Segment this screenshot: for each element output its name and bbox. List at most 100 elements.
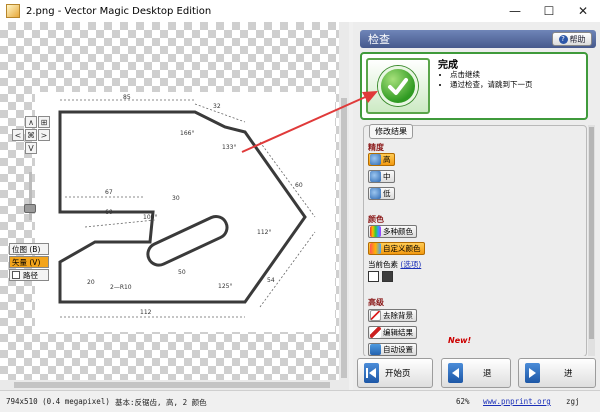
path-view-checkbox[interactable]: 路径	[9, 269, 49, 281]
vertical-scroll-thumb[interactable]	[341, 98, 347, 378]
pan-up-button[interactable]: ∧	[25, 116, 37, 128]
result-box[interactable]: 完成 点击继续 通过检查，请跳到下一页	[360, 52, 588, 120]
right-panel: 检查 ? 帮助 完成 点击继续 通过检查，请跳到下一页 修改结果 精度 高 中 …	[353, 22, 600, 390]
remove-background-label: 去除背景	[383, 311, 413, 320]
dim-label-7: 30	[172, 195, 180, 202]
dim-label-2: 166°	[180, 130, 194, 137]
vector-view-button[interactable]: 矢量 (V)	[9, 256, 49, 268]
window-title: 2.png - Vector Magic Desktop Edition	[26, 5, 212, 17]
multi-color-label: 多种颜色	[383, 227, 413, 236]
precision-high-button[interactable]: 高	[368, 153, 395, 166]
fit-button[interactable]: ⊞	[38, 116, 50, 128]
app-icon	[6, 4, 20, 18]
dim-label-12: 2—R10	[110, 284, 132, 291]
start-page-label: 开始页	[385, 369, 411, 379]
pan-center-button[interactable]: ⌘	[25, 129, 37, 141]
advanced-label: 高级	[368, 298, 384, 307]
precision-low-button[interactable]: 低	[368, 187, 395, 200]
image-canvas[interactable]: 85 32 166° 133° 67 60 109° 30 60 112° 50…	[0, 22, 349, 390]
back-label: 退	[483, 369, 492, 379]
current-colors-label: 当前色素	[368, 260, 398, 269]
new-badge: New!	[448, 336, 472, 345]
user-name: zgj	[566, 397, 580, 406]
edit-result-label: 编辑结果	[383, 328, 413, 337]
website-link[interactable]: www.pnprint.org	[483, 397, 551, 406]
dim-label-6: 109°	[143, 214, 157, 221]
palette-icon	[370, 226, 381, 237]
pan-left-button[interactable]: <	[12, 129, 24, 141]
image-dimensions: 794x510 (0.4 megapixel)	[6, 397, 110, 406]
modify-results-tab: 修改结果	[369, 124, 413, 139]
close-button[interactable]: ✕	[566, 0, 600, 22]
pan-down-button[interactable]: V	[25, 142, 37, 154]
maximize-button[interactable]: ☐	[532, 0, 566, 22]
status-bar: 794x510 (0.4 megapixel) 基本:反锯齿, 高, 2 颜色 …	[0, 390, 600, 412]
panel-scroll-thumb[interactable]	[589, 127, 594, 339]
help-icon: ?	[558, 34, 568, 44]
vector-view-label: 矢量 (V)	[12, 257, 41, 267]
dim-label-15: 112	[140, 309, 152, 316]
back-button[interactable]: 退	[441, 358, 511, 388]
minimize-button[interactable]: —	[498, 0, 532, 22]
custom-color-button[interactable]: 自定义颜色	[368, 242, 425, 255]
dim-label-1: 32	[213, 103, 221, 110]
edit-result-button[interactable]: 编辑结果	[368, 326, 417, 339]
dim-label-9: 112°	[257, 229, 271, 236]
help-button[interactable]: ? 帮助	[552, 32, 592, 46]
canvas-horizontal-scrollbar[interactable]	[0, 380, 339, 390]
precision-low-label: 低	[383, 189, 391, 198]
remove-background-button[interactable]: 去除背景	[368, 309, 417, 322]
zoom-slider-handle[interactable]	[24, 204, 36, 213]
view-mode-group: 位图 (B) 矢量 (V) 路径	[9, 243, 49, 283]
modify-results-group	[363, 125, 587, 357]
vectorized-drawing: 85 32 166° 133° 67 60 109° 30 60 112° 50…	[35, 92, 335, 332]
precision-medium-button[interactable]: 中	[368, 170, 395, 183]
custom-color-label: 自定义颜色	[383, 244, 421, 253]
window-controls: — ☐ ✕	[498, 0, 600, 22]
pan-navigation-pad: ∧ ⊞ < ⌘ > V	[10, 116, 52, 158]
precision-label: 精度	[368, 143, 384, 152]
bitmap-view-button[interactable]: 位图 (B)	[9, 243, 49, 255]
auto-settings-button[interactable]: 自动设置	[368, 343, 417, 356]
color-swatch-dark[interactable]	[382, 271, 393, 282]
horizontal-scroll-thumb[interactable]	[14, 382, 330, 388]
vectorize-info: 基本:反锯齿, 高, 2 颜色	[115, 398, 207, 407]
zoom-level: 62%	[456, 397, 470, 406]
auto-icon	[370, 344, 381, 355]
result-check-button[interactable]	[366, 58, 430, 114]
dim-label-14: 54	[267, 277, 275, 284]
precision-high-label: 高	[383, 155, 391, 164]
auto-settings-label: 自动设置	[383, 345, 413, 354]
dim-label-10: 50	[178, 269, 186, 276]
panel-scrollbar[interactable]	[588, 125, 595, 357]
result-title: 完成	[438, 60, 458, 71]
pencil-icon	[370, 327, 381, 338]
arrow-left-icon	[448, 363, 463, 383]
color-options-link[interactable]: (选项)	[400, 260, 421, 269]
dim-label-4: 67	[105, 189, 113, 196]
dim-label-11: 20	[87, 279, 95, 286]
checkbox-box[interactable]	[12, 271, 20, 279]
custom-palette-icon	[370, 243, 381, 254]
bitmap-view-label: 位图 (B)	[12, 244, 41, 254]
checkmark-icon	[378, 66, 418, 106]
multi-color-button[interactable]: 多种颜色	[368, 225, 417, 238]
drawing-svg: 85 32 166° 133° 67 60 109° 30 60 112° 50…	[58, 94, 316, 318]
dim-label-8: 60	[295, 182, 303, 189]
bottom-navigation: 开始页 退 进	[353, 356, 600, 390]
dim-label-13: 125°	[218, 283, 232, 290]
color-swatch-white[interactable]	[368, 271, 379, 282]
forward-button[interactable]: 进	[518, 358, 596, 388]
refresh-icon	[370, 188, 381, 199]
pan-right-button[interactable]: >	[38, 129, 50, 141]
title-bar: 2.png - Vector Magic Desktop Edition — ☐…	[0, 0, 600, 22]
start-page-button[interactable]: 开始页	[357, 358, 433, 388]
canvas-vertical-scrollbar[interactable]	[339, 22, 349, 390]
panel-header: 检查 ? 帮助	[360, 30, 596, 48]
first-page-icon	[364, 363, 379, 383]
result-item: 点击继续	[450, 70, 533, 80]
path-view-label: 路径	[23, 270, 38, 280]
result-list: 点击继续 通过检查，请跳到下一页	[442, 70, 533, 90]
help-label: 帮助	[569, 34, 586, 44]
remove-background-icon	[370, 310, 381, 321]
